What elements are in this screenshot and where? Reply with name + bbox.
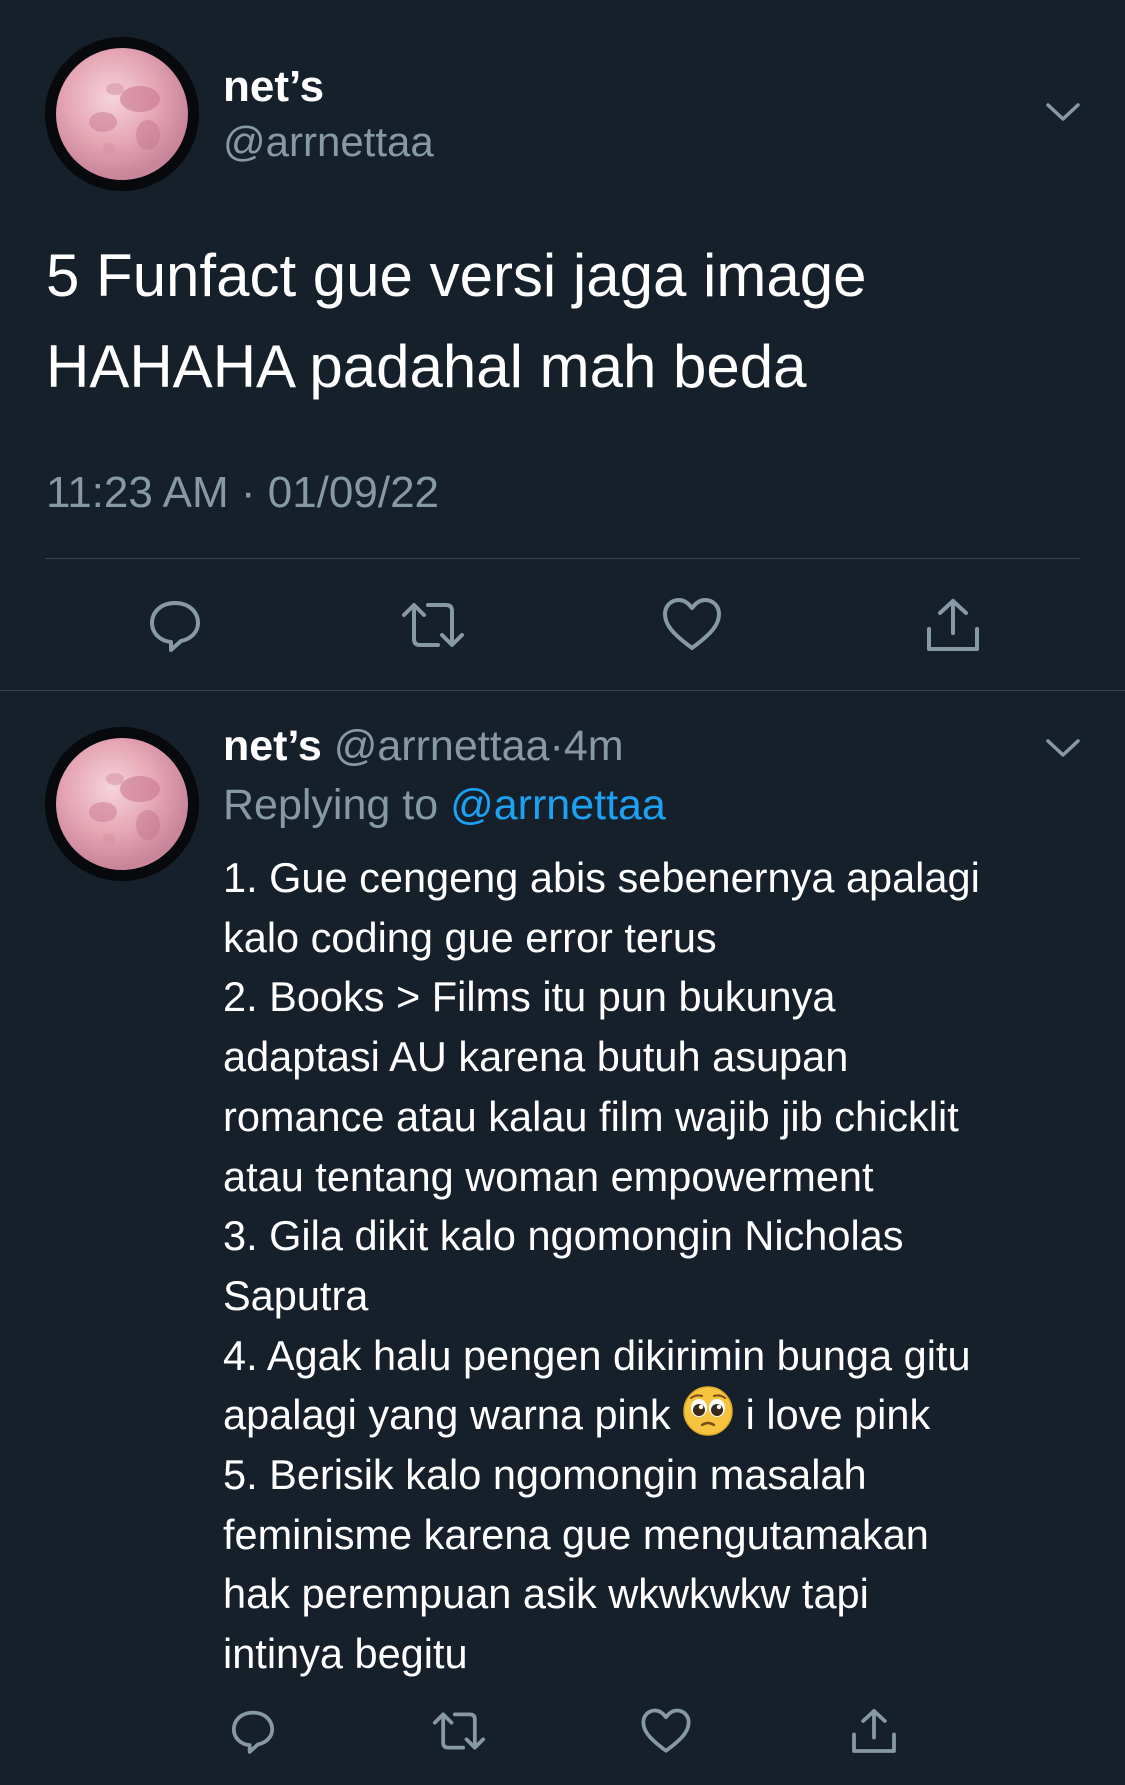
replying-to: Replying to @arrnettaa bbox=[223, 781, 666, 830]
retweet-icon bbox=[432, 1712, 486, 1750]
share-icon bbox=[927, 599, 979, 651]
share-button[interactable] bbox=[916, 588, 990, 662]
replying-to-label: Replying to bbox=[223, 781, 439, 829]
avatar[interactable] bbox=[45, 727, 199, 881]
tweet-text: 5 Funfact gue versi jaga image HAHAHA pa… bbox=[46, 230, 1086, 412]
mention-link[interactable]: @arrnettaa bbox=[450, 781, 666, 829]
reply-icon bbox=[231, 1710, 275, 1754]
handle[interactable]: @arrnettaa bbox=[334, 722, 550, 770]
reply-text-part: 1. Gue cengeng abis sebenernya apalagi k… bbox=[223, 854, 980, 1439]
tweet-text-line: 5 Funfact gue versi jaga image bbox=[46, 242, 867, 309]
display-name[interactable]: net’s bbox=[223, 722, 322, 770]
tweet-age[interactable]: 4m bbox=[564, 722, 624, 770]
share-button[interactable] bbox=[843, 1700, 905, 1762]
tweet-text-line: HAHAHA padahal mah beda bbox=[46, 333, 807, 400]
reply-button[interactable] bbox=[138, 588, 212, 662]
share-icon bbox=[852, 1709, 896, 1753]
separator: · bbox=[549, 722, 564, 770]
reply-button[interactable] bbox=[222, 1700, 284, 1762]
like-icon bbox=[663, 598, 721, 650]
pleading-face-emoji bbox=[683, 1386, 733, 1437]
chevron-down-icon[interactable] bbox=[1043, 97, 1083, 127]
timestamp[interactable]: 11:23 AM · 01/09/22 bbox=[46, 468, 439, 518]
retweet-button[interactable] bbox=[396, 588, 470, 662]
reply-icon bbox=[150, 601, 200, 652]
retweet-button[interactable] bbox=[428, 1700, 490, 1762]
reply-text: 1. Gue cengeng abis sebenernya apalagi k… bbox=[223, 848, 1103, 1684]
divider bbox=[0, 690, 1125, 691]
like-icon bbox=[641, 1708, 691, 1753]
divider bbox=[45, 558, 1080, 559]
display-name[interactable]: net’s bbox=[223, 62, 324, 112]
chevron-down-icon[interactable] bbox=[1043, 733, 1083, 763]
like-button[interactable] bbox=[635, 1700, 697, 1762]
handle[interactable]: @arrnettaa bbox=[223, 118, 434, 166]
retweet-icon bbox=[402, 603, 464, 647]
avatar[interactable] bbox=[45, 37, 199, 191]
like-button[interactable] bbox=[655, 588, 729, 662]
reply-header: net’s @arrnettaa·4m bbox=[223, 722, 624, 771]
